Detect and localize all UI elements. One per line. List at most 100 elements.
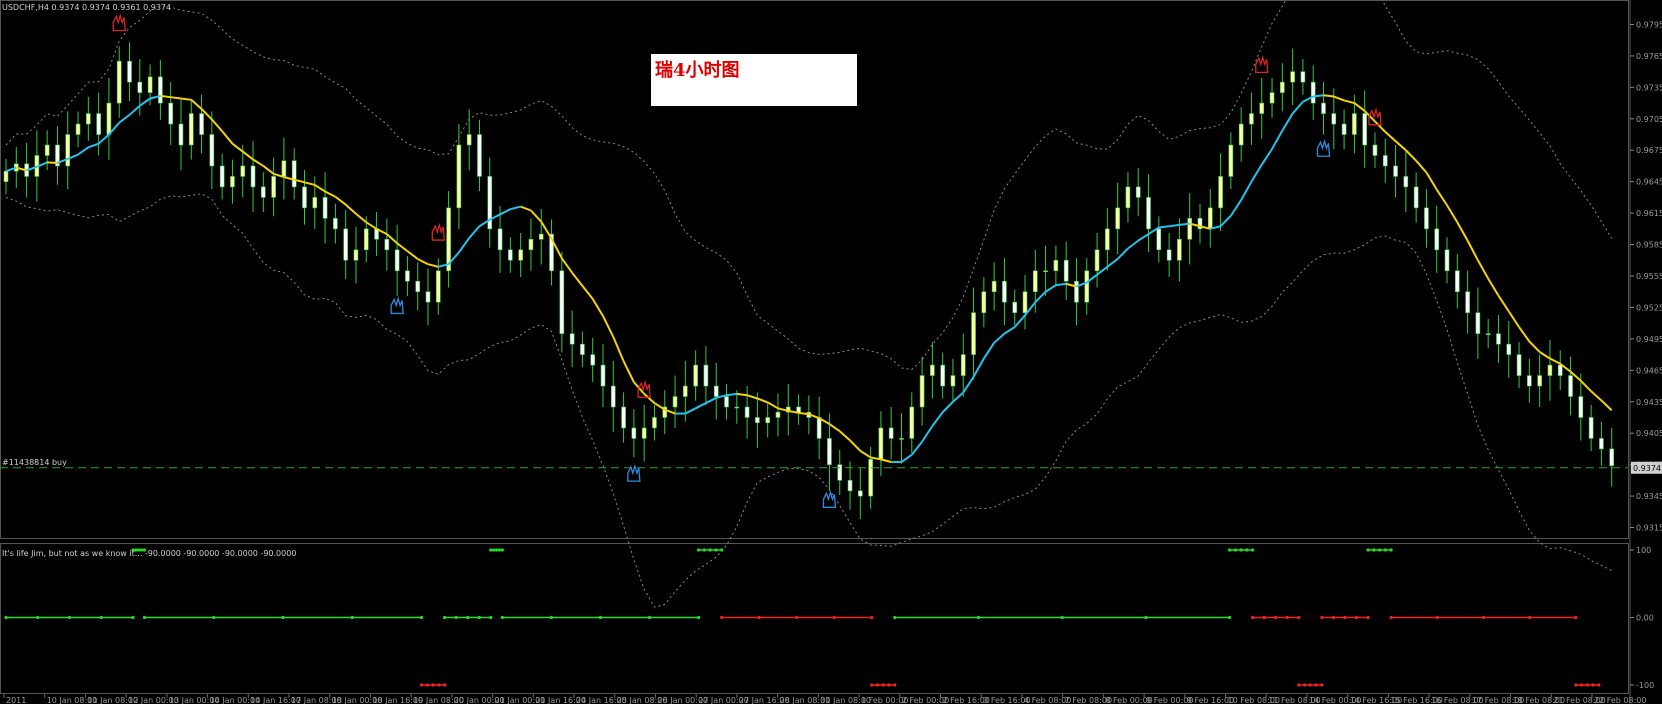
candle-body [456, 144, 462, 209]
ma-line-segment [622, 360, 635, 383]
candle-body [333, 218, 338, 230]
ma-line-segment [1456, 221, 1469, 242]
ma-line-segment [1477, 259, 1490, 280]
ma-line-segment [1333, 95, 1345, 102]
candle-body [219, 165, 225, 188]
indicator-dot [976, 615, 981, 620]
candle-body [600, 364, 606, 387]
indicator-dot [893, 615, 897, 620]
indicator-dot [720, 615, 724, 620]
ma-line-segment [47, 161, 58, 164]
candle-body [971, 312, 976, 355]
indicator-dot [281, 615, 285, 620]
indicator-dot [1144, 615, 1148, 620]
candle-body [1434, 228, 1440, 251]
indicator-dot [212, 615, 216, 620]
ma-line-segment [726, 392, 737, 397]
price-tick-label: 0.9465 [1636, 366, 1662, 375]
indicator-label: It's life Jim, but not as we know it... … [2, 549, 296, 558]
candle-body [528, 239, 534, 251]
indicator-dot [1481, 615, 1486, 620]
candle-body [940, 364, 945, 387]
candle-body [116, 60, 122, 104]
ma-line-segment [1590, 390, 1603, 402]
ma-line-segment [1127, 239, 1139, 250]
indicator-dot [492, 548, 496, 552]
indicator-dot [696, 615, 701, 620]
candle-body [1537, 375, 1542, 387]
indicator-dot [419, 683, 424, 687]
candle-body [734, 406, 740, 409]
indicator-dot [1331, 615, 1336, 620]
ma-line-segment [458, 237, 470, 254]
indicator-dot [720, 548, 724, 552]
indicator-dot [832, 615, 836, 620]
candle-body [981, 291, 987, 313]
candle-body [1043, 270, 1048, 273]
ma-line-segment [510, 205, 521, 211]
ma-line-segment [334, 195, 347, 206]
indicator-panel-frame [0, 543, 1629, 694]
ma-line-segment [1003, 326, 1016, 335]
ma-line-segment [839, 430, 851, 442]
ma-line-segment [118, 114, 131, 124]
candle-body [230, 176, 235, 188]
candle-body [405, 270, 410, 282]
candle-body [65, 134, 71, 167]
indicator-dot [708, 548, 712, 552]
price-tick-label: 0.9645 [1636, 178, 1662, 187]
candle-body [44, 144, 50, 156]
indicator-dot [714, 548, 718, 552]
chart-window[interactable]: USDCHF,H4 0.9374 0.9374 0.9361 0.9374 0.9… [0, 0, 1662, 704]
ma-line-segment [1313, 94, 1324, 98]
candle-body [1506, 343, 1512, 355]
current-price-label: 0.9374 [1633, 464, 1661, 473]
ma-line-segment [900, 453, 913, 463]
candle-body [466, 134, 472, 146]
candle-body [744, 406, 750, 418]
ma-line-segment [1179, 222, 1190, 226]
ma-line-segment [1435, 188, 1448, 206]
candle-body [1280, 81, 1285, 93]
candle-body [158, 76, 163, 104]
indicator-dot [1262, 615, 1266, 620]
indicator-dot [1585, 683, 1589, 687]
candle-body [312, 197, 318, 209]
candle-body [394, 249, 400, 272]
ma-line-segment [1580, 380, 1592, 392]
candle-body [1578, 396, 1584, 418]
ma-line-segment [180, 97, 192, 101]
candle-body [559, 270, 565, 334]
ma-line-segment [941, 401, 954, 413]
candle-body [1424, 207, 1429, 230]
price-tick-label: 0.9405 [1636, 429, 1662, 438]
candle-body [1455, 270, 1460, 293]
candle-body [1002, 280, 1007, 303]
price-tick-label: 0.9765 [1636, 52, 1662, 61]
indicator-dot [494, 548, 499, 552]
ma-line-segment [612, 336, 625, 362]
candle-body [96, 113, 101, 135]
candle-body [322, 197, 328, 219]
candle-body [1599, 438, 1604, 450]
ma-line-segment [160, 94, 171, 99]
price-tick-label: 0.9315 [1636, 524, 1662, 533]
candle-body [363, 228, 369, 251]
ma-line-segment [406, 250, 419, 260]
indicator-dot [1245, 548, 1249, 552]
ma-line-segment [602, 315, 615, 338]
candles-group [3, 42, 1615, 520]
candle-body [1084, 270, 1090, 303]
ma-line-segment [427, 263, 439, 268]
ma-line-segment [190, 99, 203, 110]
price-tick-label: 0.9735 [1636, 83, 1662, 92]
indicator-dot [1389, 615, 1393, 620]
indicator-tick-label: 0.00 [1636, 614, 1654, 623]
indicator-dot [1580, 683, 1584, 687]
ma-line-segment [1106, 258, 1119, 268]
indicator-dot [702, 548, 706, 552]
ma-line-segment [365, 221, 378, 230]
ma-line-segment [77, 146, 89, 156]
ma-line-segment [1487, 278, 1500, 297]
ma-line-segment [1353, 102, 1366, 112]
